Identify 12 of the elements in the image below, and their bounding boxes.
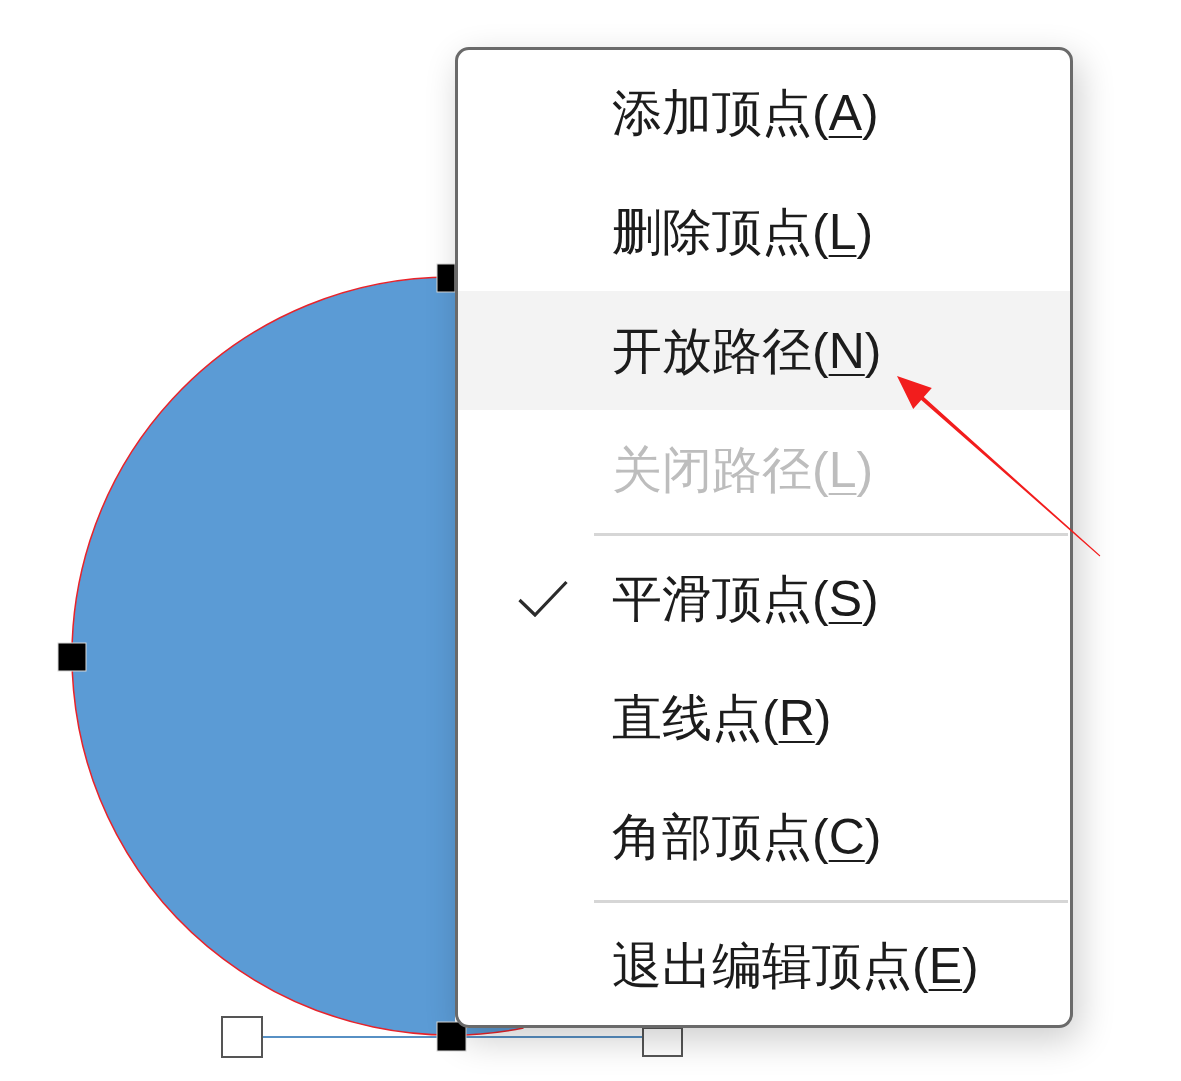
control-handle[interactable] [221,1016,263,1058]
menu-item[interactable]: 退出编辑顶点(E) [458,906,1070,1025]
vertex-handle[interactable] [57,642,87,672]
control-handle[interactable] [642,1027,683,1057]
menu-item[interactable]: 角部顶点(C) [458,777,1070,896]
menu-item[interactable]: 开放路径(N) [458,291,1070,410]
menu-item[interactable]: 删除顶点(L) [458,172,1070,291]
vertex-handle[interactable] [436,1021,467,1052]
menu-item[interactable]: 添加顶点(A) [458,53,1070,172]
menu-item[interactable]: 平滑顶点(S) [458,539,1070,658]
menu-item[interactable]: 直线点(R) [458,658,1070,777]
vertex-handle[interactable] [436,263,456,293]
